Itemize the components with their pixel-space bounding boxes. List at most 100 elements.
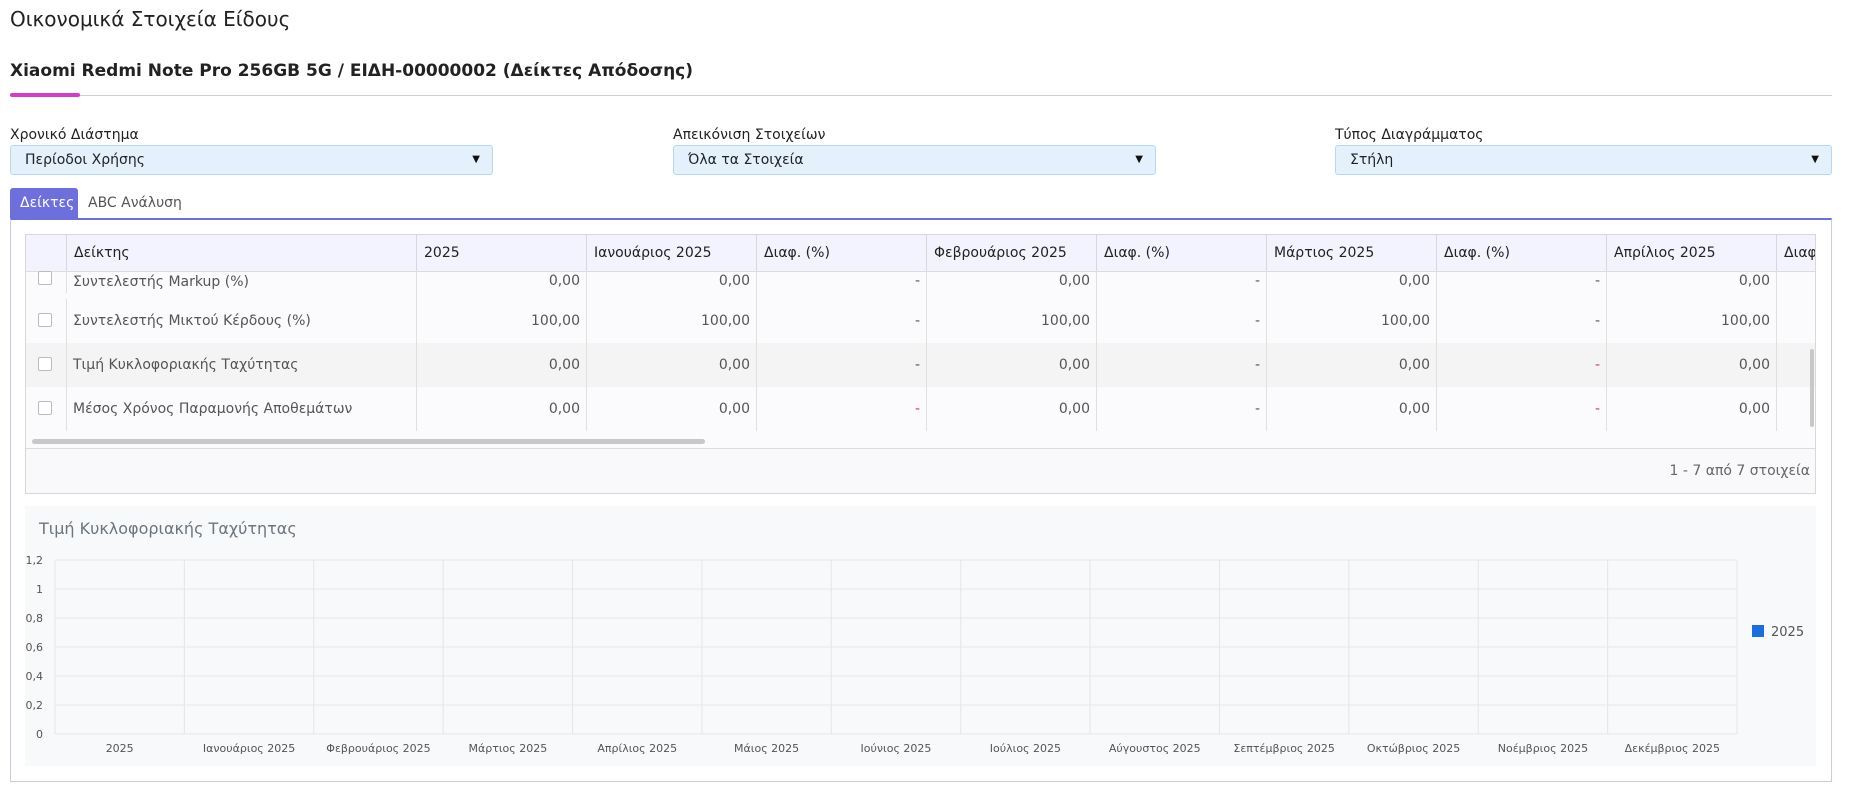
- item-subtitle: Xiaomi Redmi Note Pro 256GB 5G / ΕΙΔΗ-00…: [10, 61, 694, 81]
- x-tick-label: Αύγουστος 2025: [1109, 742, 1201, 755]
- header-indicator[interactable]: Δείκτης: [67, 235, 417, 271]
- y-tick-label: 0,8: [26, 612, 44, 625]
- header-january[interactable]: Ιανουάριος 2025: [587, 235, 757, 271]
- y-tick-label: 1: [36, 583, 43, 596]
- row-indicator-name: Μέσος Χρόνος Παραμονής Αποθεμάτων: [67, 387, 417, 431]
- cell-jan: 0,00: [587, 343, 757, 387]
- cell-diff: -: [757, 299, 927, 343]
- cell-diff: -: [1097, 343, 1267, 387]
- caret-down-icon: ▼: [472, 154, 480, 165]
- cell-diff: -: [1097, 299, 1267, 343]
- header-diff-1[interactable]: Διαφ. (%): [757, 235, 927, 271]
- row-checkbox[interactable]: [38, 313, 52, 327]
- header-march[interactable]: Μάρτιος 2025: [1267, 235, 1437, 271]
- display-select[interactable]: Όλα τα Στοιχεία ▼: [673, 145, 1156, 175]
- row-indicator-name: Τιμή Κυκλοφοριακής Ταχύτητας: [67, 343, 417, 387]
- row-checkbox[interactable]: [38, 357, 52, 371]
- cell-mar: 100,00: [1267, 299, 1437, 343]
- grid-footer: 1 - 7 από 7 στοιχεία: [26, 448, 1815, 493]
- cell-mar: 0,00: [1267, 387, 1437, 431]
- x-tick-label: Νοέμβριος 2025: [1498, 742, 1588, 755]
- cell-diff: -: [757, 387, 927, 431]
- caret-down-icon: ▼: [1135, 154, 1143, 165]
- page-title: Οικονομικά Στοιχεία Είδους: [10, 7, 291, 31]
- cell-mar: 0,00: [1267, 271, 1437, 301]
- period-select-value: Περίοδοι Χρήσης: [25, 152, 145, 168]
- period-label: Χρονικό Διάστημα: [10, 127, 139, 143]
- period-select[interactable]: Περίοδοι Χρήσης ▼: [10, 145, 493, 175]
- legend-label: 2025: [1771, 625, 1804, 640]
- tab-indicators[interactable]: Δείκτες: [10, 188, 78, 218]
- cell-feb: 0,00: [927, 387, 1097, 431]
- cell-diff: -: [1437, 343, 1607, 387]
- row-checkbox[interactable]: [38, 401, 52, 415]
- x-tick-label: Σεπτέμβριος 2025: [1233, 742, 1335, 755]
- table-row[interactable]: Τιμή Κυκλοφοριακής Ταχύτητας 0,00 0,00 -…: [26, 343, 1815, 387]
- caret-down-icon: ▼: [1811, 154, 1819, 165]
- table-row[interactable]: Μέσος Χρόνος Παραμονής Αποθεμάτων 0,00 0…: [26, 387, 1815, 431]
- cell-diff: -: [1437, 271, 1607, 301]
- cell-diff: -: [757, 343, 927, 387]
- title-accent-bar: [10, 93, 80, 97]
- cell-2025: 0,00: [417, 271, 587, 301]
- cell-apr: 0,00: [1607, 271, 1777, 301]
- header-diff-2[interactable]: Διαφ. (%): [1097, 235, 1267, 271]
- cell-2025: 0,00: [417, 343, 587, 387]
- cell-apr: 100,00: [1607, 299, 1777, 343]
- cell-diff: -: [1097, 387, 1267, 431]
- cell-feb: 100,00: [927, 299, 1097, 343]
- display-select-value: Όλα τα Στοιχεία: [688, 152, 804, 168]
- table-row: 0,00 0,00 - 0,00 - 0,00 - 0,00: [26, 271, 1815, 301]
- chart-type-label: Τύπος Διαγράμματος: [1335, 127, 1484, 143]
- pager-info: 1 - 7 από 7 στοιχεία: [1669, 463, 1810, 479]
- cell-apr: 0,00: [1607, 387, 1777, 431]
- cell-apr: 0,00: [1607, 343, 1777, 387]
- chart-title: Τιμή Κυκλοφοριακής Ταχύτητας: [38, 519, 297, 538]
- header-diff-3[interactable]: Διαφ. (%): [1437, 235, 1607, 271]
- y-tick-label: 0,2: [26, 699, 44, 712]
- y-tick-label: 0: [36, 728, 43, 741]
- header-year[interactable]: 2025: [417, 235, 587, 271]
- header-april[interactable]: Απρίλιος 2025: [1607, 235, 1777, 271]
- header-diff-4[interactable]: Διαφ. (%): [1777, 235, 1815, 271]
- chart-type-select[interactable]: Στήλη ▼: [1335, 145, 1832, 175]
- cell-feb: 0,00: [927, 343, 1097, 387]
- x-tick-label: Δεκέμβριος 2025: [1625, 742, 1720, 755]
- vertical-scrollbar[interactable]: [1810, 349, 1814, 427]
- table-row[interactable]: Συντελεστής Μικτού Κέρδους (%) 100,00 10…: [26, 299, 1815, 343]
- x-tick-label: Ιούλιος 2025: [990, 742, 1061, 755]
- grid-body: Συντελεστής Markup (%) 0,00 0,00 - 0,00 …: [26, 271, 1815, 441]
- row-indicator-name: Συντελεστής Μικτού Κέρδους (%): [67, 299, 417, 343]
- x-tick-label: 2025: [106, 742, 134, 755]
- cell-jan: 100,00: [587, 299, 757, 343]
- display-label: Απεικόνιση Στοιχείων: [673, 127, 826, 143]
- header-february[interactable]: Φεβρουάριος 2025: [927, 235, 1097, 271]
- indicator-chart: Τιμή Κυκλοφοριακής Ταχύτητας 0 0,2 0,4 0,6 0,…: [25, 506, 1816, 766]
- cell-diff: -: [1097, 271, 1267, 301]
- horizontal-scrollbar[interactable]: [32, 439, 705, 444]
- tab-abc-analysis[interactable]: ABC Ανάλυση: [78, 188, 188, 218]
- cell-2025: 100,00: [417, 299, 587, 343]
- cell-diff: -: [1437, 299, 1607, 343]
- grid-header: Δείκτης 2025 Ιανουάριος 2025 Διαφ. (%) Φ…: [26, 235, 1815, 272]
- indicators-grid: Δείκτης 2025 Ιανουάριος 2025 Διαφ. (%) Φ…: [25, 234, 1816, 494]
- x-tick-label: Φεβρουάριος 2025: [326, 742, 430, 755]
- chart-canvas: Τιμή Κυκλοφοριακής Ταχύτητας 0 0,2 0,4 0,6 0,…: [26, 519, 1805, 755]
- x-tick-label: Ιανουάριος 2025: [203, 742, 295, 755]
- y-tick-label: 1,2: [26, 554, 44, 567]
- x-tick-label: Μάρτιος 2025: [468, 742, 547, 755]
- cell-jan: 0,00: [587, 387, 757, 431]
- title-divider: [10, 95, 1832, 96]
- x-tick-label: Ιούνιος 2025: [861, 742, 932, 755]
- legend-swatch: [1752, 625, 1764, 637]
- cell-diff: -: [757, 271, 927, 301]
- y-tick-label: 0,4: [26, 670, 44, 683]
- cell-jan: 0,00: [587, 271, 757, 301]
- cell-2025: 0,00: [417, 387, 587, 431]
- chart-type-select-value: Στήλη: [1350, 152, 1394, 168]
- x-tick-label: Οκτώβριος 2025: [1367, 742, 1460, 755]
- header-checkbox-column: [26, 235, 67, 271]
- cell-mar: 0,00: [1267, 343, 1437, 387]
- x-tick-label: Μάιος 2025: [734, 742, 799, 755]
- x-tick-label: Απρίλιος 2025: [597, 742, 677, 755]
